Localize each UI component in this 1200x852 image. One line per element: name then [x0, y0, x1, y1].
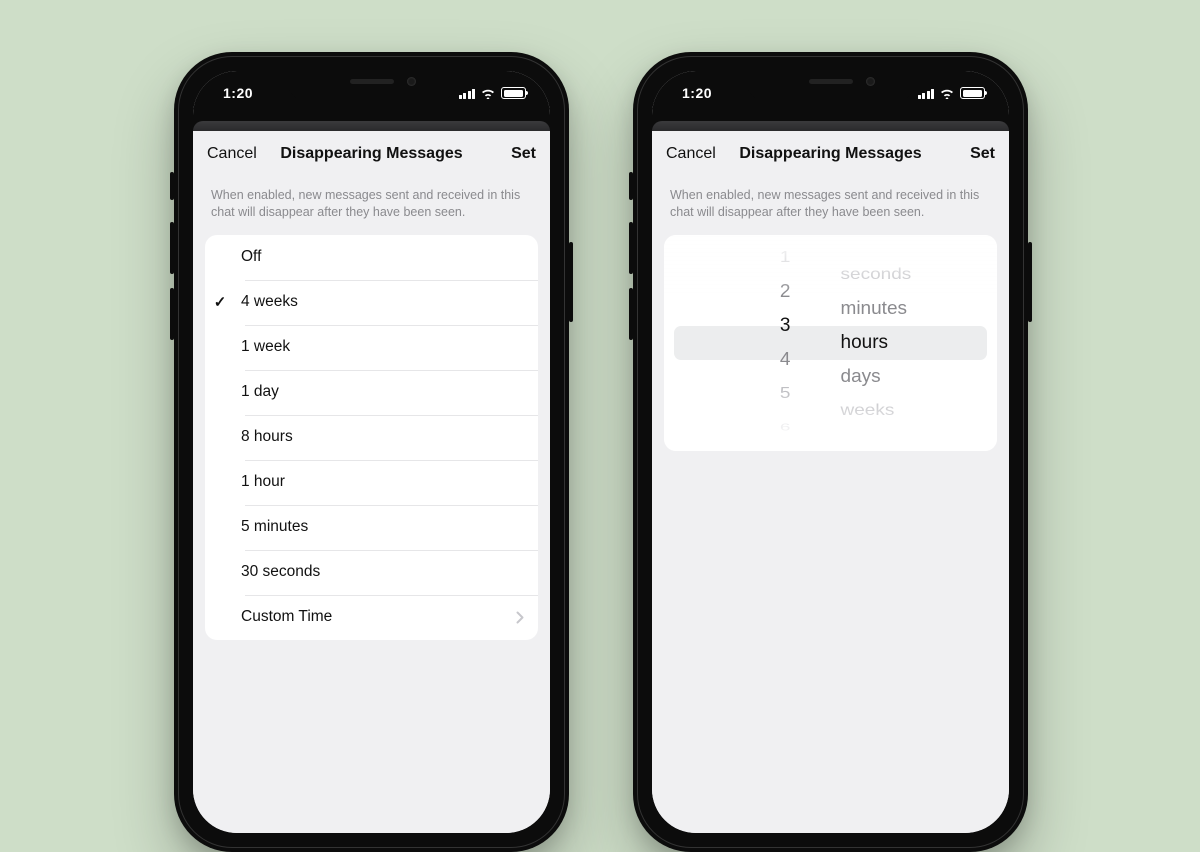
option-row[interactable]: ✓ 4 weeks [205, 280, 538, 325]
status-time: 1:20 [672, 85, 712, 101]
picker-item[interactable]: 6 [664, 418, 831, 437]
modal-navbar: Cancel Disappearing Messages Set [652, 131, 1009, 177]
picker-item[interactable]: 2 [664, 276, 831, 308]
picker-column-number[interactable]: 1 2 3 4 5 6 [664, 235, 831, 451]
option-label: 5 minutes [235, 518, 538, 536]
picker-item[interactable]: weeks [831, 397, 998, 425]
picker-item[interactable]: days [831, 361, 998, 393]
option-label: 1 week [235, 338, 538, 356]
option-row[interactable]: 5 minutes [205, 505, 538, 550]
option-label: 1 hour [235, 473, 538, 491]
notch [288, 71, 456, 101]
modal-sheet: Cancel Disappearing Messages Set When en… [652, 131, 1009, 833]
battery-icon [960, 87, 985, 99]
option-row[interactable]: Off [205, 235, 538, 280]
option-row[interactable]: 1 week [205, 325, 538, 370]
set-button[interactable]: Set [511, 145, 536, 163]
option-row[interactable]: 8 hours [205, 415, 538, 460]
option-row-custom[interactable]: Custom Time [205, 595, 538, 640]
modal-sheet: Cancel Disappearing Messages Set When en… [193, 131, 550, 833]
picker-item-selected[interactable]: 3 [664, 309, 831, 343]
option-label: 8 hours [235, 428, 538, 446]
cellular-icon [459, 88, 476, 99]
option-label: 30 seconds [235, 563, 538, 581]
picker-item[interactable]: 4 [664, 344, 831, 376]
modal-title: Disappearing Messages [739, 145, 921, 163]
picker-column-unit[interactable]: seconds minutes hours days weeks [831, 235, 998, 451]
option-label: 1 day [235, 383, 538, 401]
option-label: Off [235, 248, 538, 266]
battery-icon [501, 87, 526, 99]
cellular-icon [918, 88, 935, 99]
cancel-button[interactable]: Cancel [207, 145, 257, 163]
checkmark-icon: ✓ [205, 293, 235, 311]
option-row[interactable]: 30 seconds [205, 550, 538, 595]
wifi-icon [939, 87, 955, 99]
phone-left: 1:20 Cancel Disappearing Messages S [174, 52, 569, 852]
modal-caption: When enabled, new messages sent and rece… [193, 177, 550, 235]
time-picker[interactable]: 1 2 3 4 5 6 seconds [664, 235, 997, 451]
cancel-button[interactable]: Cancel [666, 145, 716, 163]
status-time: 1:20 [213, 85, 253, 101]
phone-right: 1:20 Cancel Disappearing Messages S [633, 52, 1028, 852]
picker-item[interactable]: 1 [664, 244, 831, 272]
set-button[interactable]: Set [970, 145, 995, 163]
notch [747, 71, 915, 101]
modal-title: Disappearing Messages [280, 145, 462, 163]
picker-item[interactable]: minutes [831, 293, 998, 325]
option-label: Custom Time [235, 608, 516, 626]
modal-caption: When enabled, new messages sent and rece… [652, 177, 1009, 235]
option-label: 4 weeks [235, 293, 538, 311]
option-row[interactable]: 1 hour [205, 460, 538, 505]
picker-item[interactable]: seconds [831, 261, 998, 289]
chevron-right-icon [516, 611, 538, 624]
picker-item-selected[interactable]: hours [831, 326, 998, 360]
wifi-icon [480, 87, 496, 99]
picker-item[interactable]: 5 [664, 380, 831, 408]
option-row[interactable]: 1 day [205, 370, 538, 415]
modal-navbar: Cancel Disappearing Messages Set [193, 131, 550, 177]
options-card: Off ✓ 4 weeks 1 week 1 day [205, 235, 538, 640]
